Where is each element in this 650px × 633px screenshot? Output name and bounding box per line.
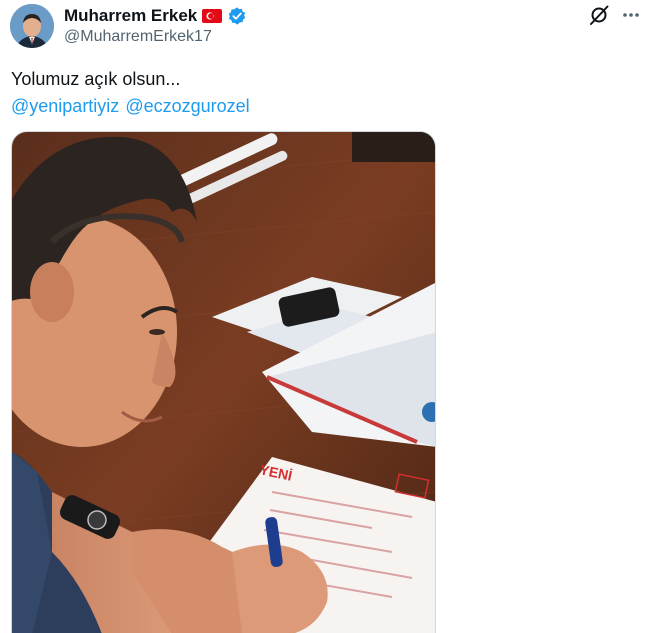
verified-badge-icon[interactable] bbox=[227, 6, 247, 26]
grok-icon[interactable] bbox=[588, 4, 610, 26]
author-avatar[interactable] bbox=[10, 4, 54, 48]
tweet-photo[interactable]: YENİ bbox=[11, 131, 436, 633]
avatar-image bbox=[10, 4, 54, 48]
author-handle[interactable]: @MuharremErkek17 bbox=[64, 28, 212, 46]
mention-link[interactable]: @yenipartiyiz bbox=[11, 96, 119, 116]
tweet-text: Yolumuz açık olsun... bbox=[11, 69, 181, 89]
more-options-icon[interactable] bbox=[620, 6, 642, 24]
author-name-row: Muharrem Erkek bbox=[64, 5, 247, 27]
photo-image: YENİ bbox=[12, 132, 435, 633]
author-display-name[interactable]: Muharrem Erkek bbox=[64, 6, 197, 26]
tweet-mentions: @yenipartiyiz @eczozgurozel bbox=[11, 93, 256, 119]
turkey-flag-icon bbox=[202, 9, 223, 23]
mention-link[interactable]: @eczozgurozel bbox=[125, 96, 249, 116]
